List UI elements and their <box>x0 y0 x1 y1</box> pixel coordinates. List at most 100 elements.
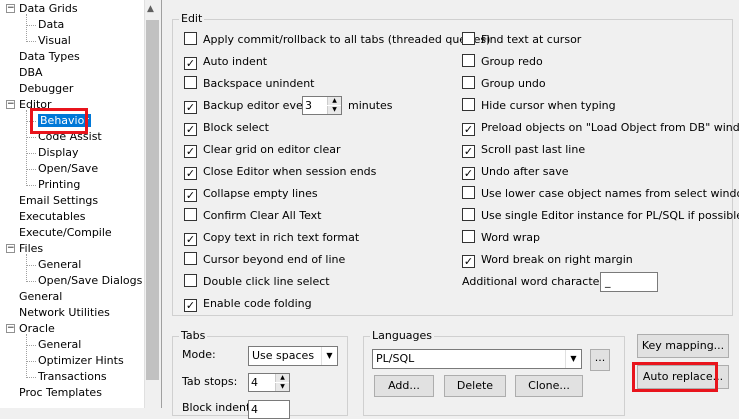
option-checkbox[interactable]: ✓ Clear grid on editor clear <box>184 141 341 159</box>
checkbox-icon[interactable] <box>184 32 197 45</box>
tab-stops-value: 4 <box>251 376 258 389</box>
tree-item[interactable]: Network Utilities <box>19 305 110 321</box>
checkmark-icon[interactable]: ✓ <box>184 145 197 158</box>
tree-item[interactable]: Execute/Compile <box>19 225 112 241</box>
tree-item[interactable]: General <box>38 337 81 353</box>
auto-replace-highlight <box>632 362 718 392</box>
checkmark-icon[interactable]: ✓ <box>462 167 475 180</box>
checkbox-icon[interactable] <box>462 230 475 243</box>
option-checkbox[interactable]: ✓ Preload objects on "Load Object from DB… <box>462 119 739 137</box>
checkbox-icon[interactable] <box>462 76 475 89</box>
tree-item[interactable]: Proc Templates <box>19 385 102 401</box>
tree-item[interactable]: Optimizer Hints <box>38 353 124 369</box>
checkmark-icon[interactable]: ✓ <box>184 233 197 246</box>
spin-down-icon[interactable]: ▼ <box>327 106 341 114</box>
option-label: Copy text in rich text format <box>203 231 360 244</box>
spin-up-icon[interactable]: ▲ <box>275 374 289 382</box>
option-checkbox[interactable]: ✓ Word break on right margin <box>462 251 633 269</box>
tree-item[interactable]: Data Types <box>19 49 80 65</box>
clone-language-button[interactable]: Clone... <box>515 375 583 397</box>
tree-connector <box>26 377 36 378</box>
tree-item[interactable]: General <box>19 289 62 305</box>
tree-connector <box>26 137 36 138</box>
language-ellipsis-button[interactable]: ... <box>590 349 610 371</box>
option-checkbox[interactable]: Word wrap <box>462 229 540 247</box>
tab-stops-spinner[interactable]: 4 ▲ ▼ <box>248 373 290 392</box>
option-checkbox[interactable]: ✓ Scroll past last line <box>462 141 585 159</box>
chevron-down-icon[interactable]: ▼ <box>321 347 337 365</box>
option-label: Enable code folding <box>203 297 312 310</box>
checkmark-icon[interactable]: ✓ <box>184 167 197 180</box>
option-checkbox[interactable]: Cursor beyond end of line <box>184 251 345 269</box>
language-select[interactable]: PL/SQL ▼ <box>372 349 582 369</box>
mode-select[interactable]: Use spaces ▼ <box>248 346 338 366</box>
option-checkbox[interactable]: ✓ Block select <box>184 119 269 137</box>
collapse-toggle-icon[interactable]: − <box>6 4 15 13</box>
block-indent-spinner[interactable]: 4 <box>248 400 290 419</box>
option-checkbox[interactable]: ✓ Close Editor when session ends <box>184 163 376 181</box>
tree-item[interactable]: Data Grids <box>19 1 78 17</box>
option-checkbox[interactable]: ✓ Collapse empty lines <box>184 185 318 203</box>
checkmark-icon[interactable]: ✓ <box>184 57 197 70</box>
tree-item[interactable]: Data <box>38 17 64 33</box>
option-checkbox[interactable]: Confirm Clear All Text <box>184 207 322 225</box>
additional-word-chars-input[interactable]: _ <box>600 272 658 292</box>
backup-minutes-spinner[interactable]: 3 ▲ ▼ <box>302 96 342 115</box>
spin-down-icon[interactable]: ▼ <box>275 383 289 391</box>
checkmark-icon[interactable]: ✓ <box>184 299 197 312</box>
option-checkbox[interactable]: ✓ Backup editor every <box>184 97 314 115</box>
checkmark-icon[interactable]: ✓ <box>462 255 475 268</box>
option-checkbox[interactable]: Find text at cursor <box>462 31 581 49</box>
tree-item[interactable]: Email Settings <box>19 193 98 209</box>
checkmark-icon[interactable]: ✓ <box>184 101 197 114</box>
checkbox-icon[interactable] <box>462 54 475 67</box>
checkmark-icon[interactable]: ✓ <box>184 123 197 136</box>
tree-item[interactable]: Executables <box>19 209 86 225</box>
scrollbar-thumb[interactable] <box>146 20 159 380</box>
tree-item[interactable]: Files <box>19 241 43 257</box>
checkmark-icon[interactable]: ✓ <box>462 123 475 136</box>
spin-up-icon[interactable]: ▲ <box>327 97 341 105</box>
collapse-toggle-icon[interactable]: − <box>6 100 15 109</box>
tree-item[interactable]: Debugger <box>19 81 73 97</box>
collapse-toggle-icon[interactable]: − <box>6 244 15 253</box>
option-checkbox[interactable]: ✓ Auto indent <box>184 53 267 71</box>
key-mapping-button[interactable]: Key mapping... <box>637 334 729 358</box>
tree-item[interactable]: Visual <box>38 33 71 49</box>
checkbox-icon[interactable] <box>184 252 197 265</box>
checkbox-icon[interactable] <box>184 274 197 287</box>
tree-item[interactable]: DBA <box>19 65 43 81</box>
option-checkbox[interactable]: ✓ Copy text in rich text format <box>184 229 359 247</box>
tree-item[interactable]: Transactions <box>38 369 107 385</box>
option-checkbox[interactable]: ✓ Enable code folding <box>184 295 312 313</box>
tree-connector <box>26 345 36 346</box>
tree-item[interactable]: Open/Save Dialogs <box>38 273 142 289</box>
tree-item[interactable]: Open/Save <box>38 161 98 177</box>
checkmark-icon[interactable]: ✓ <box>462 145 475 158</box>
option-checkbox[interactable]: Use single Editor instance for PL/SQL if… <box>462 207 739 225</box>
option-checkbox[interactable]: Use lower case object names from select … <box>462 185 739 203</box>
checkbox-icon[interactable] <box>184 208 197 221</box>
delete-language-button[interactable]: Delete <box>444 375 506 397</box>
option-checkbox[interactable]: Group redo <box>462 53 543 71</box>
option-checkbox[interactable]: Hide cursor when typing <box>462 97 616 115</box>
option-checkbox[interactable]: Group undo <box>462 75 546 93</box>
tree-item[interactable]: Printing <box>38 177 80 193</box>
scroll-up-arrow-icon[interactable]: ▲ <box>147 4 154 14</box>
tree-item[interactable]: Oracle <box>19 321 55 337</box>
checkbox-icon[interactable] <box>462 208 475 221</box>
tree-item[interactable]: General <box>38 257 81 273</box>
tree-item[interactable]: Display <box>38 145 79 161</box>
checkmark-icon[interactable]: ✓ <box>184 189 197 202</box>
option-checkbox[interactable]: ✓ Undo after save <box>462 163 569 181</box>
checkbox-icon[interactable] <box>462 32 475 45</box>
chevron-down-icon[interactable]: ▼ <box>565 350 581 368</box>
checkbox-icon[interactable] <box>184 76 197 89</box>
option-checkbox[interactable]: Double click line select <box>184 273 330 291</box>
option-checkbox[interactable]: Apply commit/rollback to all tabs (threa… <box>184 31 490 49</box>
add-language-button[interactable]: Add... <box>374 375 434 397</box>
collapse-toggle-icon[interactable]: − <box>6 324 15 333</box>
option-checkbox[interactable]: Backspace unindent <box>184 75 314 93</box>
checkbox-icon[interactable] <box>462 186 475 199</box>
checkbox-icon[interactable] <box>462 98 475 111</box>
